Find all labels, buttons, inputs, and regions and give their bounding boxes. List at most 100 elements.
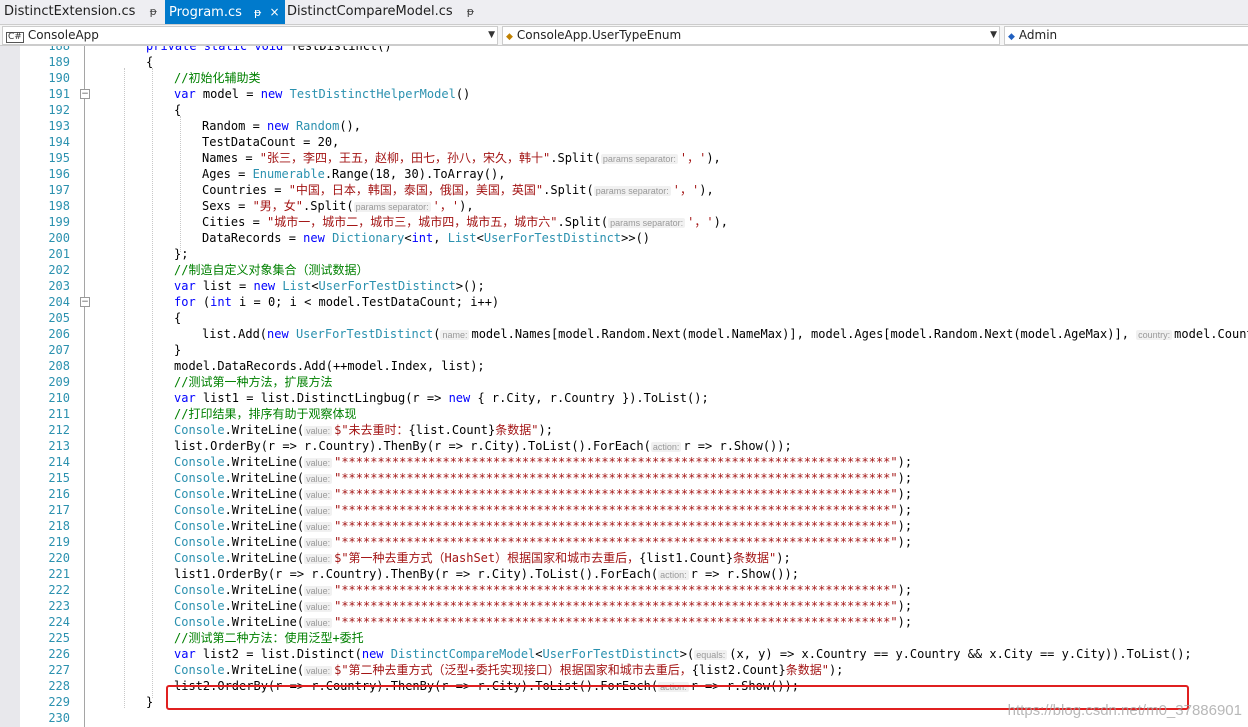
line-number: 196 xyxy=(48,167,70,181)
code-line: 227 Console.WriteLine(value: $"第二种去重方式（泛型+… xyxy=(0,662,1248,678)
code-line: 192 { xyxy=(0,102,1248,118)
code-line: 201}; xyxy=(0,246,1248,262)
chevron-down-icon: ▼ xyxy=(488,30,495,40)
chevron-down-icon: ▼ xyxy=(990,30,997,40)
code-text: //打印结果，排序有助于观察体现 xyxy=(174,407,357,421)
code-line: 200 DataRecords = new Dictionary<int, Lis… xyxy=(0,230,1248,246)
code-line: 226 var list2 = list.Distinct(new Distinc… xyxy=(0,646,1248,662)
code-line: 205 { xyxy=(0,310,1248,326)
code-text: //测试第一种方法，扩展方法 xyxy=(174,375,333,389)
code-text: var list = new List<UserForTestDistinct>… xyxy=(174,279,485,293)
line-number: 227 xyxy=(48,663,70,677)
code-line: 213 list.OrderBy(r => r.Country).ThenBy(r… xyxy=(0,438,1248,454)
line-number: 213 xyxy=(48,439,70,453)
tab-program[interactable]: Program.cs ᵽ × xyxy=(165,0,285,24)
code-text: } xyxy=(146,695,154,709)
line-number: 193 xyxy=(48,119,70,133)
line-number: 222 xyxy=(48,583,70,597)
tab-label: DistinctCompareModel.cs xyxy=(287,4,453,19)
code-line: 210 var list1 = list.DistinctLingbug(r =>… xyxy=(0,390,1248,406)
code-text: Console.WriteLine(value: "***************… xyxy=(174,487,913,501)
project-dropdown[interactable]: C# ConsoleApp ▼ xyxy=(2,26,498,45)
tab-distinct-compare-model[interactable]: DistinctCompareModel.cs ᵽ xyxy=(287,0,474,24)
line-number: 204 xyxy=(48,295,70,309)
code-text: //初始化辅助类 xyxy=(174,71,261,85)
type-dropdown[interactable]: ◆ ConsoleApp.UserTypeEnum ▼ xyxy=(502,26,1000,45)
enum-member-icon: ◆ xyxy=(1008,32,1015,42)
code-line: 212 Console.WriteLine(value: $"未去重时：{list.… xyxy=(0,422,1248,438)
code-text: list.Add(new UserForTestDistinct(name: mo… xyxy=(202,327,1248,341)
code-line: 221 list1.OrderBy(r => r.Country).ThenBy(… xyxy=(0,566,1248,582)
code-editor[interactable]: 188 private static void TestDistinct() 1… xyxy=(0,46,1248,727)
line-number: 194 xyxy=(48,135,70,149)
tab-label: Program.cs xyxy=(169,5,242,20)
tab-label: DistinctExtension.cs xyxy=(4,4,136,19)
code-line: 211 //打印结果，排序有助于观察体现 xyxy=(0,406,1248,422)
line-number: 208 xyxy=(48,359,70,373)
line-number: 217 xyxy=(48,503,70,517)
collapse-icon[interactable]: − xyxy=(80,89,90,99)
document-tab-bar: DistinctExtension.cs ᵽ Program.cs ᵽ × Di… xyxy=(0,0,1248,25)
close-icon[interactable]: × xyxy=(270,5,280,19)
code-line: 194 TestDataCount = 20, xyxy=(0,134,1248,150)
code-line: 191− var model = new TestDistinctHelperMo… xyxy=(0,86,1248,102)
code-text: Console.WriteLine(value: "***************… xyxy=(174,615,913,629)
code-text: Console.WriteLine(value: "***************… xyxy=(174,583,913,597)
code-text: Countries = "中国，日本，韩国，泰国，俄国，美国，英国".Split… xyxy=(202,183,714,197)
line-number: 230 xyxy=(48,711,70,725)
code-text: Console.WriteLine(value: $"第二种去重方式（泛型+委托实… xyxy=(174,663,844,677)
code-text: Console.WriteLine(value: "***************… xyxy=(174,503,913,517)
code-line: 198 Sexs = "男，女".Split(params separator: '… xyxy=(0,198,1248,214)
line-number: 203 xyxy=(48,279,70,293)
line-number: 198 xyxy=(48,199,70,213)
line-number: 202 xyxy=(48,263,70,277)
line-number: 205 xyxy=(48,311,70,325)
line-number: 201 xyxy=(48,247,70,261)
code-text: { xyxy=(174,311,182,325)
type-name: ConsoleApp.UserTypeEnum xyxy=(516,28,682,42)
pin-icon[interactable]: ᵽ xyxy=(254,6,261,19)
code-text: private static void TestDistinct() xyxy=(146,46,392,53)
pin-icon[interactable]: ᵽ xyxy=(150,5,157,18)
line-number: 190 xyxy=(48,71,70,85)
code-line: 188 private static void TestDistinct() xyxy=(0,46,1248,54)
code-line: 215 Console.WriteLine(value: "************… xyxy=(0,470,1248,486)
line-number: 197 xyxy=(48,183,70,197)
code-text: { xyxy=(174,103,182,117)
member-name: Admin xyxy=(1018,28,1058,42)
watermark: https://blog.csdn.net/m0_37886901 xyxy=(1007,702,1242,719)
line-number: 223 xyxy=(48,599,70,613)
collapse-icon[interactable]: − xyxy=(80,297,90,307)
code-text: //测试第二种方法：使用泛型+委托 xyxy=(174,631,364,645)
code-text: Console.WriteLine(value: $"未去重时：{list.Cou… xyxy=(174,423,553,437)
line-number: 225 xyxy=(48,631,70,645)
line-number: 224 xyxy=(48,615,70,629)
code-line: 203 var list = new List<UserForTestDistin… xyxy=(0,278,1248,294)
code-line: 207} xyxy=(0,342,1248,358)
code-text: { xyxy=(146,55,154,69)
line-number: 210 xyxy=(48,391,70,405)
code-text: DataRecords = new Dictionary<int, List<U… xyxy=(202,231,651,245)
line-number: 209 xyxy=(48,375,70,389)
code-line: 199 Cities = "城市一，城市二，城市三，城市四，城市五，城市六".Sp… xyxy=(0,214,1248,230)
code-line: 197 Countries = "中国，日本，韩国，泰国，俄国，美国，英国".Sp… xyxy=(0,182,1248,198)
code-text: Random = new Random(), xyxy=(202,119,361,133)
pin-icon[interactable]: ᵽ xyxy=(467,5,474,18)
code-text: }; xyxy=(174,247,189,261)
code-line: 190 //初始化辅助类 xyxy=(0,70,1248,86)
code-text: Console.WriteLine(value: "***************… xyxy=(174,471,913,485)
line-number: 192 xyxy=(48,103,70,117)
code-line: 220 Console.WriteLine(value: $"第一种去重方式（Has… xyxy=(0,550,1248,566)
code-line: 219 Console.WriteLine(value: "************… xyxy=(0,534,1248,550)
tab-distinct-extension[interactable]: DistinctExtension.cs ᵽ xyxy=(4,0,157,24)
line-number: 228 xyxy=(48,679,70,693)
line-number: 212 xyxy=(48,423,70,437)
member-dropdown[interactable]: ◆ Admin xyxy=(1004,26,1248,45)
line-number: 215 xyxy=(48,471,70,485)
code-text: Sexs = "男，女".Split(params separator: '，')… xyxy=(202,199,474,213)
code-line: 216 Console.WriteLine(value: "************… xyxy=(0,486,1248,502)
code-text: model.DataRecords.Add(++model.Index, lis… xyxy=(174,359,485,373)
code-text: Names = "张三，李四，王五，赵柳，田七，孙八，宋久，韩十".Split(… xyxy=(202,151,721,165)
line-number: 216 xyxy=(48,487,70,501)
line-number: 220 xyxy=(48,551,70,565)
